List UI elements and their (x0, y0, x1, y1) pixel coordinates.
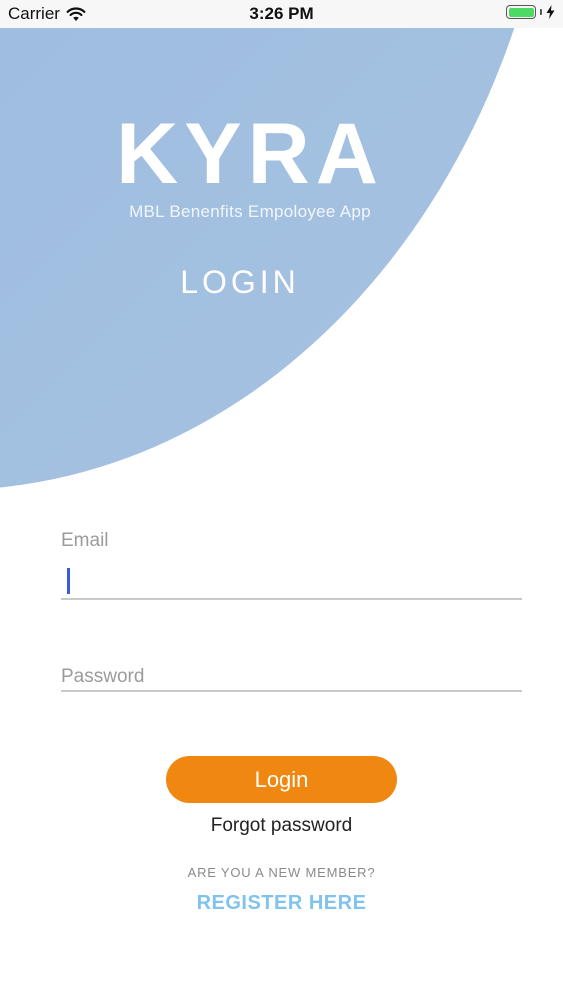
password-label: Password (61, 666, 145, 687)
email-underline (61, 598, 522, 600)
password-underline (61, 690, 522, 692)
register-link[interactable]: REGISTER HERE (0, 892, 563, 915)
battery-fill (508, 7, 534, 17)
status-right (506, 5, 555, 19)
email-input[interactable] (61, 556, 522, 598)
login-screen: Carrier 3:26 PM KYRA MBL Benenfits Empol… (0, 0, 563, 1000)
battery-cap (540, 9, 542, 15)
brand-block: KYRA MBL Benenfits Empoloyee App (0, 108, 500, 222)
header-background (0, 0, 560, 490)
status-time: 3:26 PM (249, 4, 314, 23)
login-button[interactable]: Login (166, 756, 397, 803)
text-cursor (67, 568, 70, 594)
status-bar: Carrier 3:26 PM (0, 0, 563, 28)
battery-icon (506, 5, 536, 19)
brand-logo-title: KYRA (116, 106, 384, 202)
forgot-password-link[interactable]: Forgot password (0, 815, 563, 837)
brand-subtitle: MBL Benenfits Empoloyee App (129, 202, 371, 221)
new-member-prompt: ARE YOU A NEW MEMBER? (187, 865, 376, 880)
email-label: Email (61, 530, 109, 551)
email-field: Email (61, 530, 522, 600)
charging-bolt-icon (546, 5, 555, 19)
page-title: LOGIN (180, 264, 300, 300)
password-field: Password (61, 666, 522, 692)
